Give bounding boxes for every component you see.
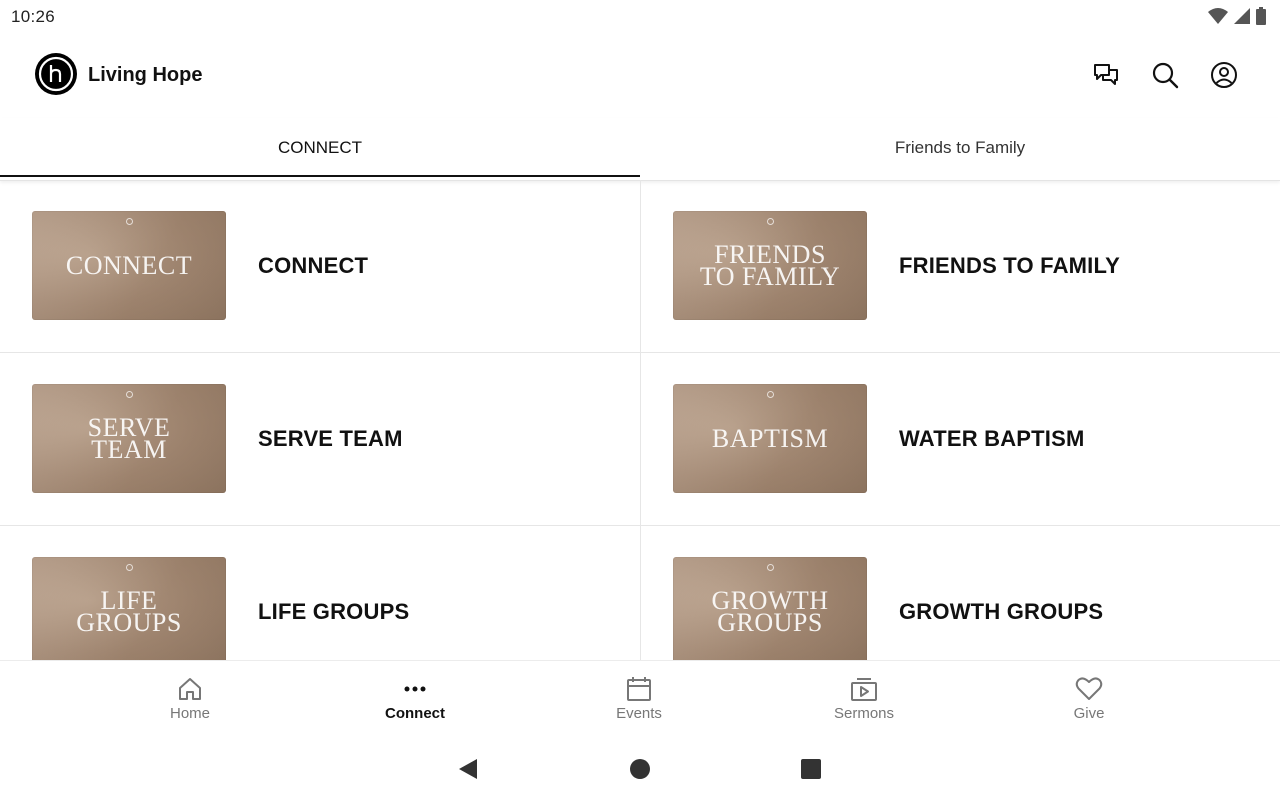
item-thumbnail: LIFE GROUPS xyxy=(32,557,226,660)
app-bar: Living Hope xyxy=(0,34,1280,118)
nav-give[interactable]: Give xyxy=(1029,661,1149,735)
nav-label: Events xyxy=(616,705,662,722)
tab-connect[interactable]: CONNECT xyxy=(0,118,640,178)
tab-label: CONNECT xyxy=(277,138,363,157)
thumbnail-text: GROWTH GROUPS xyxy=(711,585,829,637)
account-circle-icon xyxy=(1211,62,1237,88)
video-library-icon xyxy=(849,674,879,704)
list-item-growth-groups[interactable]: GROWTH GROUPS GROWTH GROUPS xyxy=(640,526,1280,660)
home-icon xyxy=(175,674,205,704)
living-hope-logo-icon xyxy=(38,56,74,92)
tab-bar: CONNECT Friends to Family xyxy=(0,118,1280,181)
thumbnail-text: BAPTISM xyxy=(711,423,829,453)
system-recents-button[interactable] xyxy=(796,754,826,784)
item-thumbnail: GROWTH GROUPS xyxy=(673,557,867,660)
item-label: GROWTH GROUPS xyxy=(899,599,1104,624)
item-thumbnail: SERVE TEAM xyxy=(32,384,226,493)
search-button[interactable] xyxy=(1149,59,1181,91)
profile-button[interactable] xyxy=(1208,59,1240,91)
heart-icon xyxy=(1074,674,1104,704)
battery-icon xyxy=(1256,7,1266,25)
item-thumbnail: FRIENDS TO FAMILY xyxy=(673,211,867,320)
tab-friends-to-family[interactable]: Friends to Family xyxy=(640,118,1280,178)
nav-label: Sermons xyxy=(833,705,895,722)
thumbnail-text: FRIENDS TO FAMILY xyxy=(699,239,841,291)
nav-label: Connect xyxy=(385,705,445,722)
content-grid: CONNECT CONNECT FRIENDS TO FAMILY FRIEND… xyxy=(0,180,1280,660)
list-item-friends-to-family[interactable]: FRIENDS TO FAMILY FRIENDS TO FAMILY xyxy=(640,180,1280,353)
app-logo[interactable] xyxy=(35,53,77,95)
tab-indicator xyxy=(0,175,640,177)
thumbnail-text: SERVE TEAM xyxy=(87,412,171,464)
item-label: CONNECT xyxy=(258,253,369,278)
list-item-water-baptism[interactable]: BAPTISM WATER BAPTISM xyxy=(640,353,1280,526)
tab-label: Friends to Family xyxy=(894,138,1026,157)
recents-square-icon xyxy=(801,759,821,779)
wifi-icon xyxy=(1208,8,1228,24)
item-label: FRIENDS TO FAMILY xyxy=(899,253,1120,278)
app-title: Living Hope xyxy=(88,64,203,86)
system-back-button[interactable] xyxy=(453,754,483,784)
thumbnail-text: CONNECT xyxy=(65,250,193,280)
home-circle-icon xyxy=(630,759,650,779)
more-dots-icon xyxy=(400,674,430,704)
list-item-life-groups[interactable]: LIFE GROUPS LIFE GROUPS xyxy=(0,526,640,660)
status-time: 10:26 xyxy=(11,7,56,26)
calendar-icon xyxy=(624,674,654,704)
chat-icon xyxy=(1094,64,1118,85)
item-thumbnail: BAPTISM xyxy=(673,384,867,493)
item-label: SERVE TEAM xyxy=(258,426,403,451)
item-label: LIFE GROUPS xyxy=(258,599,410,624)
bottom-nav: Home Connect Events Sermons Give xyxy=(0,660,1280,735)
status-icons xyxy=(1208,7,1266,25)
item-label: WATER BAPTISM xyxy=(899,426,1085,451)
status-bar: 10:26 xyxy=(0,0,1280,34)
nav-connect[interactable]: Connect xyxy=(355,661,475,735)
nav-label: Give xyxy=(1073,705,1105,722)
system-nav-bar xyxy=(0,734,1280,800)
cell-signal-icon xyxy=(1234,8,1250,24)
list-item-connect[interactable]: CONNECT CONNECT xyxy=(0,180,640,353)
back-triangle-icon xyxy=(459,759,477,779)
thumbnail-text: LIFE GROUPS xyxy=(76,585,182,637)
nav-sermons[interactable]: Sermons xyxy=(804,661,924,735)
item-thumbnail: CONNECT xyxy=(32,211,226,320)
nav-events[interactable]: Events xyxy=(579,661,699,735)
messages-button[interactable] xyxy=(1090,59,1122,91)
list-item-serve-team[interactable]: SERVE TEAM SERVE TEAM xyxy=(0,353,640,526)
system-home-button[interactable] xyxy=(625,754,655,784)
search-icon xyxy=(1152,62,1179,89)
nav-home[interactable]: Home xyxy=(130,661,250,735)
nav-label: Home xyxy=(169,705,210,722)
